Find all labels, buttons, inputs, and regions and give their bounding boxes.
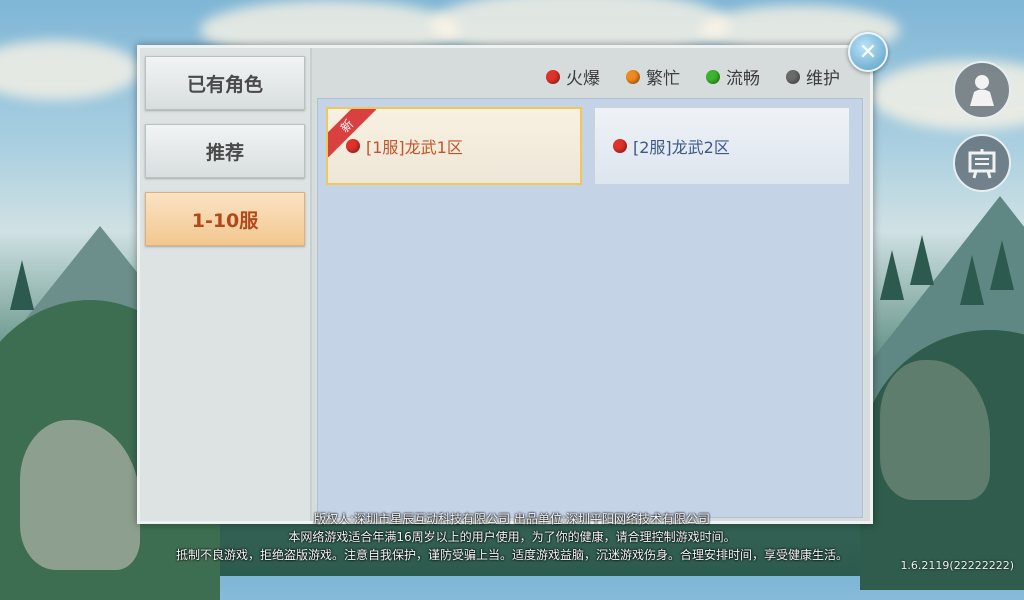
legend-label: 火爆	[566, 69, 600, 89]
tab-label: 1-10服	[191, 209, 259, 232]
tab-existing-characters[interactable]: 已有角色	[145, 56, 305, 110]
legend-hot: 火爆	[546, 64, 600, 89]
tab-label: 已有角色	[186, 73, 263, 96]
server-name: [1服]龙武1区	[366, 138, 463, 157]
close-button[interactable]: ✕	[848, 32, 888, 72]
new-badge-label: 新	[328, 109, 376, 157]
server-card-1[interactable]: 新 [1服]龙武1区	[326, 107, 582, 185]
server-group-sidebar: 已有角色 推荐 1-10服	[140, 48, 312, 521]
status-legend: 火爆 繁忙 流畅 维护	[546, 64, 840, 89]
status-dot-icon	[626, 69, 640, 84]
new-badge: 新	[328, 109, 376, 157]
status-dot-icon	[706, 69, 720, 84]
tab-recommended[interactable]: 推荐	[145, 124, 305, 178]
legend-maintenance: 维护	[786, 64, 840, 89]
legend-label: 流畅	[726, 69, 760, 89]
anti-addiction-line: 抵制不良游戏，拒绝盗版游戏。注意自我保护，谨防受骗上当。适度游戏益脑，沉迷游戏伤…	[175, 548, 848, 562]
server-list: 新 [1服]龙武1区 [2服]龙武2区	[317, 98, 863, 518]
status-dot-icon	[546, 69, 560, 84]
status-dot-icon	[613, 139, 627, 153]
character-icon	[970, 75, 994, 106]
copyright-line: 版权人:深圳市星辰互动科技有限公司 出品单位:深圳平阳网络技术有限公司	[314, 512, 710, 526]
notice-board-icon	[968, 149, 996, 179]
health-notice-line: 本网络游戏适合年满16周岁以上的用户使用，为了你的健康，请合理控制游戏时间。	[288, 530, 736, 544]
server-select-dialog: 已有角色 推荐 1-10服 火爆 繁忙 流畅 维护 新 [1服]龙武1区 [2服…	[137, 45, 873, 524]
character-button[interactable]	[953, 61, 1011, 119]
legend-smooth: 流畅	[706, 64, 760, 89]
legend-label: 维护	[806, 69, 840, 89]
server-card-2[interactable]: [2服]龙武2区	[594, 107, 850, 185]
version-label: 1.6.2119(22222222)	[900, 559, 1014, 572]
tab-label: 推荐	[205, 141, 244, 164]
notice-button[interactable]	[953, 134, 1011, 192]
close-icon: ✕	[858, 39, 878, 65]
legend-busy: 繁忙	[626, 64, 680, 89]
legend-label: 繁忙	[646, 69, 680, 89]
server-name: [2服]龙武2区	[633, 138, 730, 157]
status-dot-icon	[786, 69, 800, 84]
tab-servers-1-10[interactable]: 1-10服	[145, 192, 305, 246]
